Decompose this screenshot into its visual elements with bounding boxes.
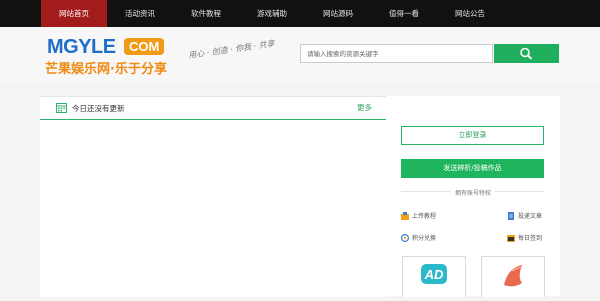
points-icon <box>401 233 409 242</box>
nav-item-site-source[interactable]: 网站源码 <box>305 0 371 27</box>
ad-card[interactable]: AD <box>402 256 466 297</box>
login-button[interactable]: 立即登录 <box>401 126 544 145</box>
privilege-daily-checkin[interactable]: 每日签到 <box>507 233 542 242</box>
calendar-icon <box>56 103 67 113</box>
ad-icon: AD <box>421 264 447 284</box>
user-sidebar: 立即登录 发送辨析/投稿作品 拥有账号特权 上传教程 投递文章 积分兑换 每日签… <box>386 96 560 297</box>
top-nav: 网站首页 活动资讯 软件教程 游戏辅助 网站源码 值得一看 网站公告 <box>0 0 600 27</box>
calendar-icon <box>507 234 515 242</box>
privilege-points-exchange[interactable]: 积分兑换 <box>401 233 436 242</box>
privilege-upload[interactable]: 上传教程 <box>401 211 436 220</box>
nav-item-game-assist[interactable]: 游戏辅助 <box>239 0 305 27</box>
more-link[interactable]: 更多 <box>357 102 372 113</box>
nav-item-worth-seeing[interactable]: 值得一看 <box>371 0 437 27</box>
upload-icon <box>401 211 409 220</box>
ad-icon-text: AD <box>424 267 444 282</box>
panel-header: 今日还没有更新 更多 <box>40 97 386 120</box>
document-icon <box>508 211 514 220</box>
privilege-submit-article[interactable]: 投递文章 <box>507 211 542 220</box>
site-logo-subtitle[interactable]: 芒果娱乐网·乐于分享 <box>45 58 167 77</box>
shoe-card[interactable] <box>481 256 545 297</box>
nav-item-announcements[interactable]: 网站公告 <box>437 0 503 27</box>
site-logo-com-badge[interactable]: COM <box>124 38 165 55</box>
nav-item-home[interactable]: 网站首页 <box>41 0 107 27</box>
latest-updates-panel: 今日还没有更新 更多 <box>40 96 386 297</box>
nav-item-activity-news[interactable]: 活动资讯 <box>107 0 173 27</box>
nav-item-software-tutorials[interactable]: 软件教程 <box>173 0 239 27</box>
privileges-heading: 拥有账号特权 <box>386 188 560 197</box>
panel-title: 今日还没有更新 <box>72 104 125 113</box>
submit-post-button[interactable]: 发送辨析/投稿作品 <box>401 159 544 178</box>
search-input[interactable] <box>300 44 493 63</box>
search-icon <box>520 47 532 60</box>
search-button[interactable] <box>494 44 559 63</box>
site-logo-text[interactable]: MGYLE <box>47 36 116 59</box>
shoe-icon <box>504 265 522 287</box>
